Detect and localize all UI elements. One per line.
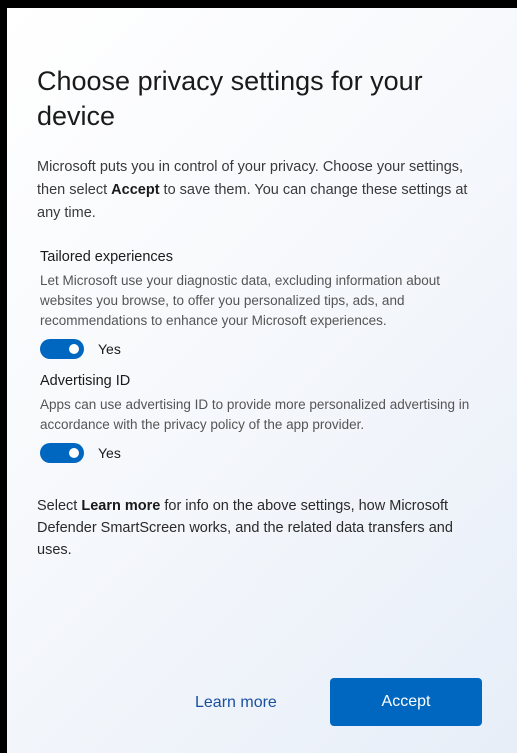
advertising-id-toggle[interactable] xyxy=(40,443,84,463)
advertising-id-toggle-row[interactable]: Yes xyxy=(40,443,477,463)
toggle-label: Yes xyxy=(98,445,121,461)
toggle-knob xyxy=(69,448,79,458)
learn-more-note: Select Learn more for info on the above … xyxy=(37,495,477,561)
dialog-content: Choose privacy settings for your device … xyxy=(37,64,477,561)
intro-accept-emphasis: Accept xyxy=(111,182,160,198)
page-title: Choose privacy settings for your device xyxy=(37,66,423,131)
note-learn-more-emphasis: Learn more xyxy=(81,498,161,514)
section-title: Advertising ID xyxy=(40,373,131,389)
section-description: Apps can use advertising ID to provide m… xyxy=(40,397,470,432)
note-text-start: Select xyxy=(37,498,82,514)
intro-text: Microsoft puts you in control of your pr… xyxy=(37,156,477,225)
section-advertising-id: Advertising ID Apps can use advertising … xyxy=(37,373,477,463)
tailored-experiences-toggle-row[interactable]: Yes xyxy=(40,339,477,359)
learn-more-link[interactable]: Learn more xyxy=(195,694,277,712)
accept-button[interactable]: Accept xyxy=(330,678,482,726)
tailored-experiences-toggle[interactable] xyxy=(40,339,84,359)
section-title: Tailored experiences xyxy=(40,249,173,265)
section-description: Let Microsoft use your diagnostic data, … xyxy=(40,273,440,328)
privacy-dialog: Choose privacy settings for your device … xyxy=(7,8,517,753)
toggle-label: Yes xyxy=(98,341,121,357)
section-tailored-experiences: Tailored experiences Let Microsoft use y… xyxy=(37,249,477,359)
toggle-knob xyxy=(69,344,79,354)
